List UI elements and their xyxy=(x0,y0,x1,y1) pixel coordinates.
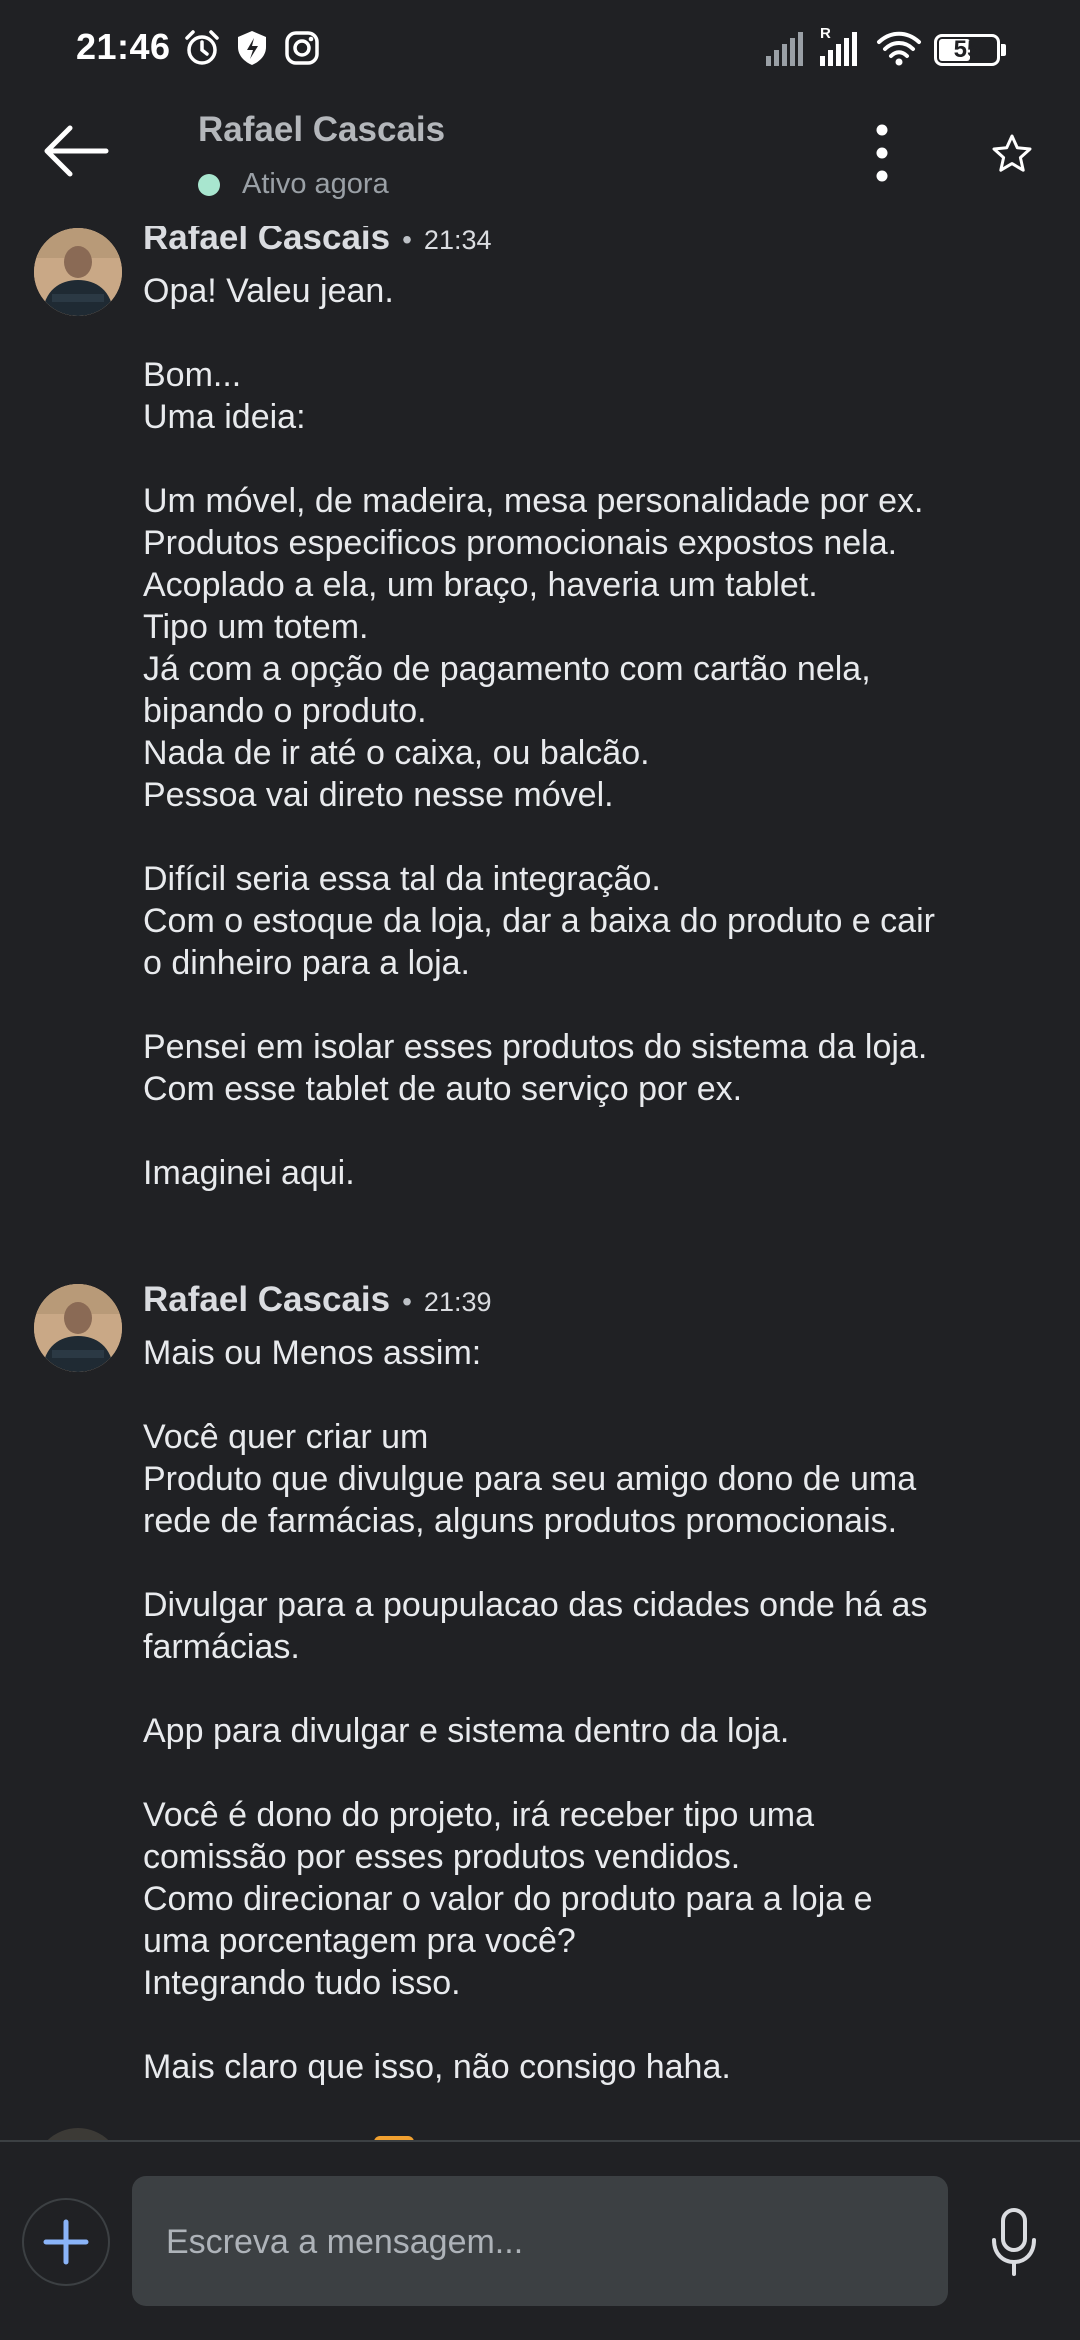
message-line xyxy=(143,816,1023,858)
more-vertical-icon[interactable] xyxy=(862,122,902,184)
message-line: Produto que divulgue para seu amigo dono… xyxy=(143,1460,917,1498)
next-message-avatar xyxy=(34,2128,122,2140)
message-line: Imaginei aqui. xyxy=(143,1154,355,1192)
signal-icon xyxy=(766,32,803,66)
message-line xyxy=(143,1110,1023,1152)
message-line: o dinheiro para a loja. xyxy=(143,944,471,982)
message-line xyxy=(143,1752,1023,1794)
message-line: Mais claro que isso, não consigo haha. xyxy=(143,2048,731,2086)
chat-header: Rafael Cascais Ativo agora xyxy=(0,96,1080,226)
alarm-icon xyxy=(185,30,219,65)
message-line: App para divulgar e sistema dentro da lo… xyxy=(143,1712,790,1750)
message-line: Opa! Valeu jean. xyxy=(143,272,394,310)
status-time: 21:46 xyxy=(76,26,171,67)
message-line: Com o estoque da loja, dar a baixa do pr… xyxy=(143,902,935,940)
message-line: Um móvel, de madeira, mesa personalidade… xyxy=(143,482,924,520)
add-attachment-button[interactable] xyxy=(22,2198,110,2286)
avatar-image xyxy=(34,1284,122,1372)
message-input[interactable] xyxy=(164,2176,928,2308)
contact-name[interactable]: Rafael Cascais xyxy=(198,110,445,150)
signal-roaming-icon: R xyxy=(820,25,857,66)
message-time: 21:34 xyxy=(423,225,492,255)
message-line: Uma ideia: xyxy=(143,398,306,436)
avatar[interactable] xyxy=(34,1284,122,1372)
presence-text: Ativo agora xyxy=(242,168,389,200)
shield-icon xyxy=(238,31,266,65)
message-line: Nada de ir até o caixa, ou balcão. xyxy=(143,734,650,772)
message-line xyxy=(143,984,1023,1026)
message-separator: • xyxy=(402,224,412,255)
message-line: Produtos especificos promocionais expost… xyxy=(143,524,898,562)
message-line: Difícil seria essa tal da integração. xyxy=(143,860,661,898)
message-line: Pessoa vai direto nesse móvel. xyxy=(143,776,614,814)
message-line: Você quer criar um xyxy=(143,1418,429,1456)
battery-icon: 55 xyxy=(934,34,1000,66)
message-line: Tipo um totem. xyxy=(143,608,369,646)
message-composer xyxy=(0,2140,1080,2340)
message-line xyxy=(143,2004,1023,2046)
message-line: farmácias. xyxy=(143,1628,300,1666)
message-line: Você é dono do projeto, irá receber tipo… xyxy=(143,1796,814,1834)
message-time: 21:39 xyxy=(423,1287,492,1317)
plus-icon xyxy=(43,2219,89,2265)
message-separator: • xyxy=(402,1286,412,1317)
message-line xyxy=(143,1542,1023,1584)
message-line xyxy=(143,438,1023,480)
message-header: Rafael Cascais • 21:39 xyxy=(143,1280,492,1320)
avatar[interactable] xyxy=(34,228,122,316)
message-sender[interactable]: Rafael Cascais xyxy=(143,1280,390,1319)
message-line: uma porcentagem pra você? xyxy=(143,1922,576,1960)
message-line: comissão por esses produtos vendidos. xyxy=(143,1838,741,1876)
message-line xyxy=(143,1668,1023,1710)
back-arrow-icon[interactable] xyxy=(36,118,116,184)
message-line: Acoplado a ela, um braço, haveria um tab… xyxy=(143,566,818,604)
message-line: Pensei em isolar esses produtos do siste… xyxy=(143,1028,928,1066)
message-line xyxy=(143,1374,1023,1416)
svg-text:R: R xyxy=(820,25,831,42)
message-body: Opa! Valeu jean. Bom... Uma ideia: Um móvel… xyxy=(143,270,1023,1194)
battery-tip xyxy=(1001,44,1006,56)
message-line xyxy=(143,312,1023,354)
message-body: Mais ou Menos assim: Você quer criar um Pr… xyxy=(143,1332,1023,2088)
star-icon[interactable] xyxy=(990,132,1034,176)
message-line: Com esse tablet de auto serviço por ex. xyxy=(143,1070,743,1108)
message-input-box[interactable] xyxy=(132,2176,948,2308)
microphone-icon[interactable] xyxy=(988,2206,1040,2278)
instagram-icon xyxy=(285,31,319,65)
message-line: Já com a opção de pagamento com cartão n… xyxy=(143,650,871,688)
message-line: Bom... xyxy=(143,356,242,394)
message-line: Integrando tudo isso. xyxy=(143,1964,461,2002)
wifi-icon xyxy=(877,31,921,66)
avatar-image xyxy=(34,228,122,316)
message-line: Divulgar para a poupulacao das cidades o… xyxy=(143,1586,928,1624)
presence-dot xyxy=(198,174,220,196)
battery-level: 55 xyxy=(953,36,981,63)
message-line: Mais ou Menos assim: xyxy=(143,1334,482,1372)
message-line: rede de farmácias, alguns produtos promo… xyxy=(143,1502,898,1540)
message-list[interactable]: Rafael Cascais • 21:34 Opa! Valeu jean. Bom… xyxy=(0,214,1080,2140)
status-bar: 21:46 R 55 xyxy=(0,0,1080,96)
message-line: Como direcionar o valor do produto para … xyxy=(143,1880,873,1918)
message-line: bipando o produto. xyxy=(143,692,427,730)
